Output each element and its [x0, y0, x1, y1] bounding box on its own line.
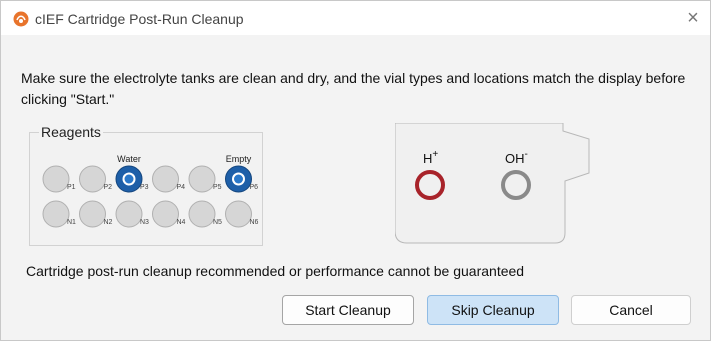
- vial-empty-icon: [152, 200, 179, 228]
- start-cleanup-button[interactable]: Start Cleanup: [282, 295, 414, 325]
- vial-id: N5: [213, 219, 222, 226]
- vial-P2: P2: [79, 165, 113, 193]
- cancel-button[interactable]: Cancel: [571, 295, 691, 325]
- vial-empty-icon: [152, 165, 179, 193]
- vial-N2: N2: [79, 200, 113, 228]
- vial-center: [124, 174, 134, 184]
- warning-text: Cartridge post-run cleanup recommended o…: [26, 263, 525, 279]
- vial-label: Water: [117, 154, 141, 164]
- vial-id: N6: [250, 219, 259, 226]
- vial-empty-icon: [42, 200, 70, 228]
- cartridge-diagram: H+ OH-: [395, 123, 590, 244]
- vial-label: Empty: [226, 154, 252, 164]
- cartridge-outline: [395, 123, 590, 244]
- vial-N5: N5: [188, 200, 222, 228]
- vial-id: N3: [140, 219, 149, 226]
- vial-P5: P5: [188, 165, 222, 193]
- vial-id: N1: [67, 219, 76, 226]
- vial-N3: N3: [115, 200, 149, 228]
- vial-empty-icon: [115, 200, 143, 228]
- vial-id: P5: [213, 184, 222, 191]
- cleanup-dialog: cIEF Cartridge Post-Run Cleanup × Make s…: [0, 0, 711, 341]
- vial-id: P3: [140, 184, 149, 191]
- vial-id: P4: [177, 184, 186, 191]
- window-title: cIEF Cartridge Post-Run Cleanup: [35, 11, 244, 27]
- vial-empty-icon: [188, 165, 216, 193]
- vial-id: P2: [104, 184, 113, 191]
- vial-P1: P1: [42, 165, 76, 193]
- vial-id: P6: [250, 184, 259, 191]
- vial-empty-icon: [42, 165, 70, 193]
- vial-empty-icon: [79, 165, 106, 193]
- instructions-text: Make sure the electrolyte tanks are clea…: [21, 70, 686, 107]
- cathode-label: OH-: [505, 149, 528, 166]
- vial-empty-icon: [188, 200, 216, 228]
- vial-center: [234, 174, 243, 184]
- vial-N4: N4: [152, 200, 186, 228]
- skip-cleanup-button[interactable]: Skip Cleanup: [427, 295, 559, 325]
- vial-empty-icon: [79, 200, 106, 228]
- vial-N6: N6: [225, 200, 259, 228]
- vial-id: P1: [67, 184, 76, 191]
- vial-empty-icon: [225, 200, 252, 228]
- vial-P4: P4: [152, 165, 186, 193]
- vial-P6: P6 Empty: [225, 154, 259, 193]
- close-icon[interactable]: ×: [681, 7, 705, 29]
- title-bar: cIEF Cartridge Post-Run Cleanup ×: [1, 1, 710, 35]
- vial-P3: P3 Water: [115, 154, 149, 193]
- vial-N1: N1: [42, 200, 76, 228]
- reagent-tray: P1 P2 P3 Water P4 P5 P6 Empty N1 N2 N3 N4 N5 N6: [42, 154, 259, 228]
- app-logo-icon: [13, 11, 29, 27]
- vial-id: N2: [104, 219, 113, 226]
- vial-id: N4: [177, 219, 186, 226]
